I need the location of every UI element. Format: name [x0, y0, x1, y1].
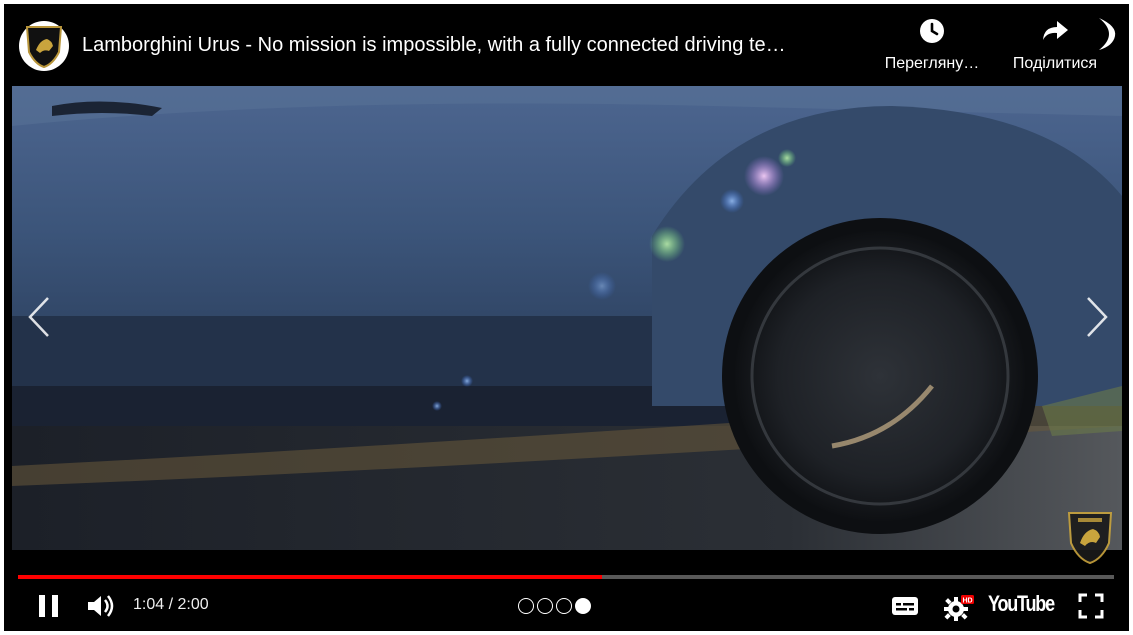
pager-dot[interactable] — [518, 598, 534, 614]
playlist-pager — [518, 598, 591, 614]
youtube-logo[interactable]: YouTube — [988, 591, 1055, 617]
video-still-image — [12, 86, 1122, 550]
watch-later-button[interactable]: Перегляну… — [880, 18, 984, 73]
lamborghini-shield-icon — [25, 26, 63, 68]
pager-dot[interactable] — [537, 598, 553, 614]
player-controls: 1:04 / 2:00 HD YouTube — [0, 585, 1133, 629]
settings-button[interactable]: HD — [943, 593, 975, 621]
fullscreen-icon[interactable] — [1078, 593, 1104, 619]
channel-avatar[interactable] — [19, 21, 69, 71]
more-actions-partial-icon[interactable] — [1095, 16, 1117, 52]
video-player[interactable]: Lamborghini Urus - No mission is impossi… — [0, 0, 1133, 635]
volume-icon[interactable] — [86, 593, 118, 619]
progress-played — [18, 575, 603, 579]
share-button[interactable]: Поділитися — [1004, 18, 1106, 73]
chevron-right-icon[interactable] — [1082, 294, 1112, 340]
chevron-left-icon[interactable] — [24, 294, 54, 340]
player-top-bar: Lamborghini Urus - No mission is impossi… — [0, 0, 1133, 86]
hd-badge: HD — [962, 598, 972, 605]
time-display: 1:04 / 2:00 — [133, 596, 209, 613]
subtitles-icon[interactable] — [891, 593, 919, 619]
video-title[interactable]: Lamborghini Urus - No mission is impossi… — [82, 34, 882, 57]
lamborghini-watermark-icon — [1067, 512, 1113, 565]
pager-dot-active[interactable] — [575, 598, 591, 614]
pager-dot[interactable] — [556, 598, 572, 614]
video-frame[interactable] — [12, 86, 1122, 550]
share-label: Поділитися — [1012, 55, 1098, 72]
share-arrow-icon — [1043, 21, 1068, 40]
pause-icon[interactable] — [36, 593, 62, 619]
clock-icon — [920, 19, 944, 43]
gear-icon: HD — [944, 595, 974, 621]
watch-later-label: Перегляну… — [884, 55, 980, 72]
progress-bar[interactable] — [18, 575, 1114, 579]
